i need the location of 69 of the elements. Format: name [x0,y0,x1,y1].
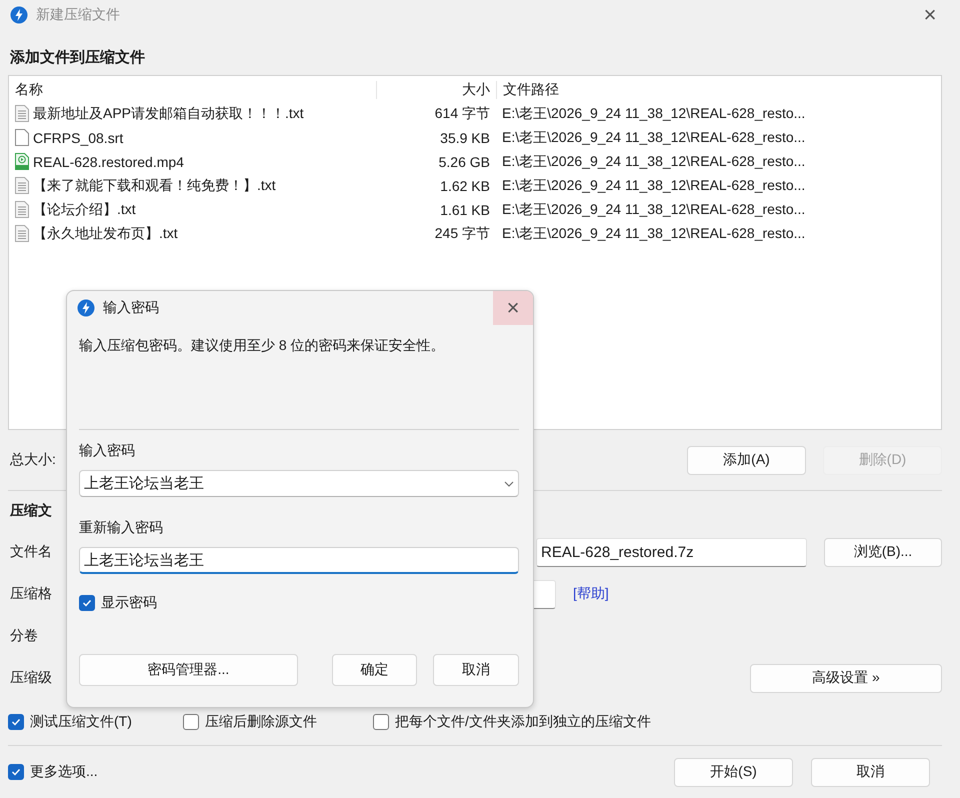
section-heading: 压缩文 [10,502,52,520]
checkbox[interactable] [373,714,389,730]
repeat-password-label: 重新输入密码 [79,518,164,537]
help-link[interactable]: [帮助] [573,585,609,604]
close-button[interactable]: × [910,0,950,30]
document-icon [15,201,29,218]
section-heading: 添加文件到压缩文件 [9,48,146,68]
dialog-title: 输入密码 [103,299,160,317]
advanced-settings-button[interactable]: 高级设置 » [750,664,942,693]
file-path-cell-text: E:\老王\2026_9_24 11_38_12\REAL-628_resto... [501,152,806,171]
document-icon [15,105,29,122]
more-options-label: 更多选项... [30,763,98,782]
checkbox[interactable] [8,764,24,780]
password-manager-button[interactable]: 密码管理器... [79,654,298,686]
dialog-message: 输入压缩包密码。建议使用至少 8 位的密码来保证安全性。 [79,336,446,355]
file-name-cell: 【论坛介绍】.txt [9,200,376,219]
cancel-button[interactable]: 取消 [433,654,519,686]
compression-level-label: 压缩级 [10,669,52,688]
video-file-icon [15,153,29,170]
file-size-cell-text: 1.61 KB [439,202,491,218]
password-label: 输入密码 [79,441,136,460]
file-name-cell: 最新地址及APP请发邮箱自动获取！！！.txt [9,104,376,123]
check-icon [11,717,21,728]
file-size-cell-text: 614 字节 [434,104,491,123]
file-name-cell: CFRPS_08.srt [9,129,376,146]
window-title: 新建压缩文件 [36,6,121,24]
checkbox[interactable] [79,595,95,611]
file-name-field[interactable]: REAL-628_restored.7z [536,538,807,567]
checkbox[interactable] [8,714,24,730]
check-icon [11,767,21,778]
start-button[interactable]: 开始(S) [674,758,793,787]
browse-button[interactable]: 浏览(B)... [824,538,942,567]
add-button[interactable]: 添加(A) [687,446,806,475]
total-size-label: 总大小: [10,451,56,470]
file-name-label: 文件名 [10,543,52,562]
chevron-down-icon [504,480,514,486]
option-label: 把每个文件/文件夹添加到独立的压缩文件 [395,713,651,732]
blank-file-icon [15,129,29,146]
close-button[interactable]: × [493,291,533,325]
show-password-label: 显示密码 [101,594,157,612]
checkbox[interactable] [183,714,199,730]
cancel-button[interactable]: 取消 [811,758,930,787]
file-path-cell-text: E:\老王\2026_9_24 11_38_12\REAL-628_resto... [501,224,806,243]
file-path-cell-text: E:\老王\2026_9_24 11_38_12\REAL-628_resto... [501,104,806,123]
option-label: 测试压缩文件(T) [30,713,132,732]
file-path-cell-text: E:\老王\2026_9_24 11_38_12\REAL-628_resto... [501,176,806,195]
option-label: 压缩后删除源文件 [205,713,317,732]
repeat-password-field[interactable]: 上老王论坛当老王 [79,547,519,574]
ok-button[interactable]: 确定 [332,654,417,686]
file-size-cell-text: 1.62 KB [439,178,491,194]
file-name-cell: 【来了就能下载和观看！纯免费！】.txt [9,176,376,195]
file-size-cell-text: 35.9 KB [439,130,491,146]
file-name-cell: REAL-628.restored.mp4 [9,153,376,170]
file-name-cell: 【永久地址发布页】.txt [9,224,376,243]
app-icon [77,299,95,317]
password-combo[interactable]: 上老王论坛当老王 [79,470,519,497]
format-label: 压缩格 [10,585,52,604]
check-icon [82,598,92,608]
column-header[interactable]: 文件路径 [496,80,854,99]
file-size-cell-text: 5.26 GB [438,154,491,170]
document-icon [15,225,29,242]
file-path-cell-text: E:\老王\2026_9_24 11_38_12\REAL-628_resto... [501,128,806,147]
volume-label: 分卷 [10,627,38,646]
app-icon [10,6,28,24]
column-header[interactable]: 大小 [376,80,496,99]
document-icon [15,177,29,194]
column-header[interactable]: 名称 [9,80,376,99]
file-size-cell-text: 245 字节 [434,224,491,243]
file-path-cell-text: E:\老王\2026_9_24 11_38_12\REAL-628_resto... [501,200,806,219]
